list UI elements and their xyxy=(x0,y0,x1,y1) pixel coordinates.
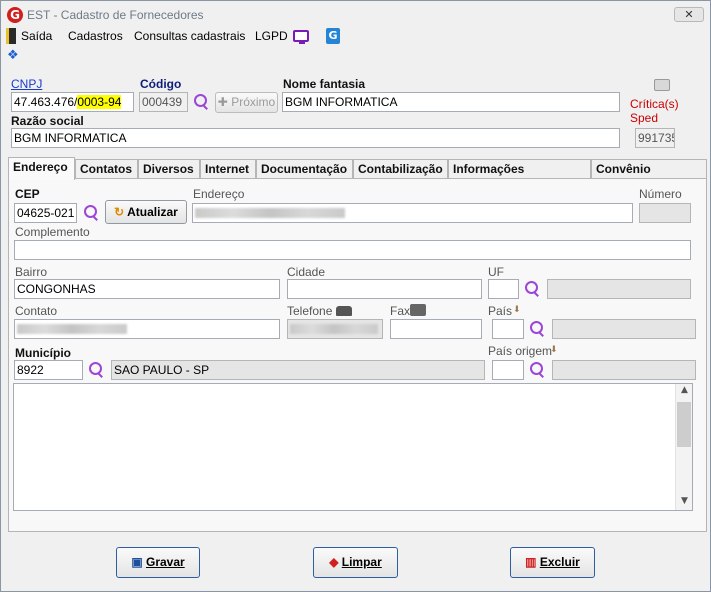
tab-contatos[interactable]: Contatos xyxy=(75,159,138,179)
title-bar: G EST - Cadastro de Fornecedores ✕ xyxy=(1,1,710,29)
pais-origem-field[interactable] xyxy=(492,360,524,380)
telephone-icon xyxy=(336,306,352,316)
codigo-label: Código xyxy=(140,77,182,91)
bairro-field[interactable]: CONGONHAS xyxy=(14,279,280,299)
uf-field[interactable] xyxy=(488,279,519,299)
gravar-button[interactable]: ▣ Gravar xyxy=(116,547,200,578)
tab-convenio-bancario[interactable]: Convênio Bancário xyxy=(591,159,707,194)
fax-label: Fax xyxy=(390,304,411,318)
down-arrow-icon: ⬇ xyxy=(513,305,521,315)
pais-origem-name-field[interactable] xyxy=(552,360,696,380)
bairro-label: Bairro xyxy=(15,265,48,279)
scroll-up-icon[interactable]: ▲ xyxy=(676,385,693,395)
plus-icon: ✚ xyxy=(217,95,232,109)
limpar-button-label: Limpar xyxy=(341,555,382,569)
tab-contabilizacao[interactable]: Contabilização xyxy=(353,159,448,179)
tab-internet[interactable]: Internet xyxy=(200,159,256,179)
atualizar-button-label: Atualizar xyxy=(127,205,178,219)
tab-endereco[interactable]: Endereço xyxy=(8,157,75,180)
endereco-label: Endereço xyxy=(193,187,245,201)
complemento-label: Complemento xyxy=(15,225,90,239)
cnpj-value-highlight: 0003-94 xyxy=(77,95,122,109)
uf-label: UF xyxy=(488,265,504,279)
nome-fantasia-label: Nome fantasia xyxy=(283,77,366,91)
atualizar-button[interactable]: ↻ Atualizar xyxy=(105,200,187,224)
uf-name-field[interactable] xyxy=(547,279,691,299)
gravar-button-label: Gravar xyxy=(145,555,185,569)
observations-memo[interactable]: ▲ ▼ xyxy=(13,383,693,511)
proximo-button[interactable]: ✚ Próximo xyxy=(215,92,278,113)
printer-icon[interactable] xyxy=(654,79,670,91)
cep-search-icon[interactable] xyxy=(83,204,101,222)
pais-field[interactable] xyxy=(492,319,524,339)
memo-scrollbar[interactable]: ▲ ▼ xyxy=(675,384,692,510)
monitor-icon[interactable] xyxy=(293,30,309,44)
codigo-search-icon[interactable] xyxy=(193,93,211,111)
scroll-down-icon[interactable]: ▼ xyxy=(676,496,693,506)
numero-label: Número xyxy=(639,187,682,201)
tab-diversos[interactable]: Diversos xyxy=(138,159,200,179)
excluir-button-label: Excluir xyxy=(539,555,580,569)
codigo-field[interactable]: 000439 xyxy=(139,92,188,112)
menu-consultas-cadastrais[interactable]: Consultas cadastrais xyxy=(134,29,245,43)
main-window: G EST - Cadastro de Fornecedores ✕ Saída… xyxy=(0,0,711,592)
contato-label: Contato xyxy=(15,304,58,318)
numero-field[interactable] xyxy=(639,203,691,223)
trash-icon: ▥ xyxy=(525,555,540,569)
g-app-icon[interactable]: G xyxy=(326,28,340,44)
municipio-name-field[interactable]: SAO PAULO - SP xyxy=(111,360,485,380)
cidade-field[interactable] xyxy=(287,279,482,299)
cep-field[interactable]: 04625-021 xyxy=(14,203,77,223)
tab-informacoes-adicionais[interactable]: Informações Adicionais xyxy=(448,159,591,194)
redacted-contato xyxy=(17,324,127,334)
municipio-search-icon[interactable] xyxy=(88,361,106,379)
pais-origem-search-icon[interactable] xyxy=(529,361,547,379)
app-logo-icon: G xyxy=(7,7,23,23)
exit-door-icon xyxy=(6,28,16,44)
menu-cadastros[interactable]: Cadastros xyxy=(68,29,123,43)
cep-label: CEP xyxy=(15,187,40,201)
eraser-icon: ◆ xyxy=(329,555,342,569)
cnpj-value-prefix: 47.463.476/ xyxy=(14,95,78,109)
pais-search-icon[interactable] xyxy=(529,320,547,338)
excluir-button[interactable]: ▥ Excluir xyxy=(510,547,595,578)
cnpj-field[interactable]: 47.463.476/0003-94 xyxy=(11,92,134,112)
cidade-label: Cidade xyxy=(287,265,326,279)
proximo-button-label: Próximo xyxy=(231,95,276,109)
uf-search-icon[interactable] xyxy=(524,280,542,298)
razao-social-label: Razão social xyxy=(11,114,84,128)
endereco-field[interactable] xyxy=(192,203,633,223)
diamond-icon[interactable]: ❖ xyxy=(7,49,21,63)
contato-field[interactable] xyxy=(14,319,280,339)
razao-social-field[interactable]: BGM INFORMATICA xyxy=(11,128,620,148)
menu-saida[interactable]: Saída xyxy=(21,29,52,43)
menu-lgpd[interactable]: LGPD xyxy=(255,29,288,43)
complemento-field[interactable] xyxy=(14,240,691,260)
redacted-address xyxy=(195,208,345,218)
tab-documentacao[interactable]: Documentação xyxy=(256,159,353,179)
menu-bar: Saída Cadastros Consultas cadastrais LGP… xyxy=(1,28,710,46)
telefone-field[interactable] xyxy=(287,319,383,339)
nome-fantasia-field[interactable]: BGM INFORMATICA xyxy=(282,92,620,112)
floppy-disk-icon: ▣ xyxy=(131,555,146,569)
pais-name-field[interactable] xyxy=(552,319,696,339)
limpar-button[interactable]: ◆ Limpar xyxy=(313,547,398,578)
close-button[interactable]: ✕ xyxy=(674,7,704,22)
municipio-label: Município xyxy=(15,346,71,360)
tab-strip: Endereço Contatos Diversos Internet Docu… xyxy=(8,157,708,194)
window-title: EST - Cadastro de Fornecedores xyxy=(27,8,204,22)
side-code-field[interactable]: 991735 xyxy=(635,128,675,148)
pais-origem-label: País origem xyxy=(488,344,553,358)
down-arrow-icon: ⬇ xyxy=(550,345,558,355)
fax-field[interactable] xyxy=(390,319,482,339)
fax-icon xyxy=(410,304,426,316)
telefone-label: Telefone xyxy=(287,304,333,318)
pais-label: País xyxy=(488,304,513,318)
municipio-code-field[interactable]: 8922 xyxy=(14,360,83,380)
cnpj-label[interactable]: CNPJ xyxy=(11,77,42,91)
refresh-icon: ↻ xyxy=(114,205,128,219)
scroll-thumb[interactable] xyxy=(677,402,691,447)
critica-sped-label[interactable]: Crítica(s) Sped xyxy=(630,97,710,125)
redacted-telefone xyxy=(290,324,378,334)
